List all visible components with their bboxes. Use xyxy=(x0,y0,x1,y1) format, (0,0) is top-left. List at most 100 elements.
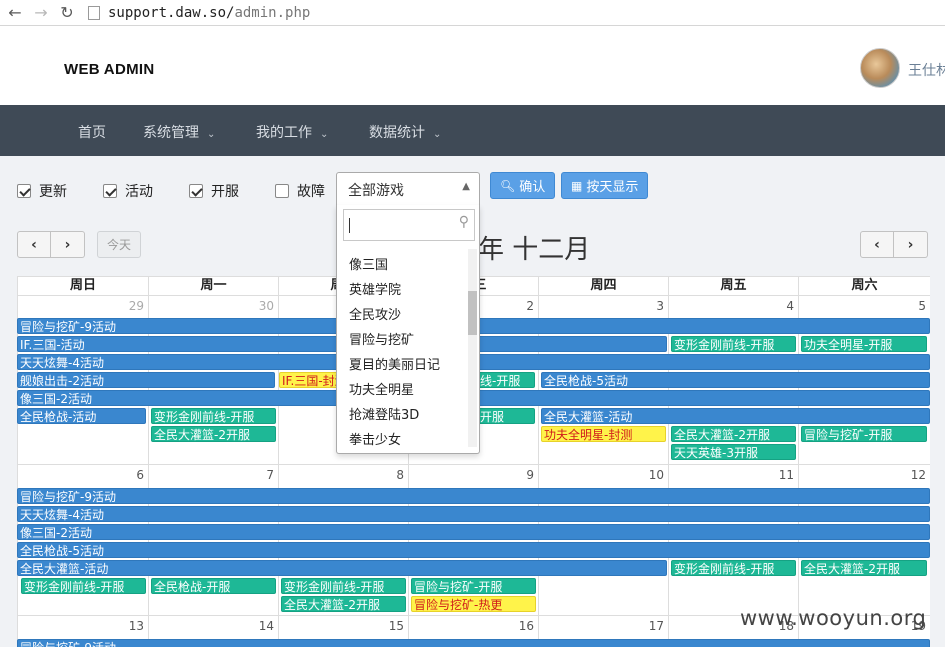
address-bar[interactable]: support.daw.so/admin.php xyxy=(108,5,310,21)
dropdown-option[interactable]: 功夫全明星 xyxy=(349,379,414,398)
search-icon: ⚲ xyxy=(458,214,469,230)
calendar-event[interactable]: 像三国-2活动 xyxy=(17,524,930,540)
page-icon xyxy=(88,5,100,20)
day-number: 16 xyxy=(518,619,534,633)
day-number: 3 xyxy=(656,299,664,313)
nav-item-system[interactable]: 系统管理 ⌄ xyxy=(143,122,215,142)
checkbox-box[interactable] xyxy=(17,184,31,198)
calendar-event[interactable]: 全民枪战-活动 xyxy=(17,408,146,424)
day-number: 7 xyxy=(266,468,274,482)
calendar-event[interactable]: 全民枪战-5活动 xyxy=(541,372,930,388)
chevron-down-icon: ⌄ xyxy=(433,129,442,140)
forward-arrow-icon[interactable]: → xyxy=(30,2,52,24)
weekday-header: 周六 xyxy=(798,276,930,296)
nav-item-home[interactable]: 首页 xyxy=(78,122,106,142)
user-avatar[interactable] xyxy=(860,48,900,88)
nav-label: 数据统计 xyxy=(369,125,425,141)
by-day-label: 按天显示 xyxy=(586,180,639,195)
checkbox-server-open[interactable]: 开服 xyxy=(189,181,239,201)
calendar-event[interactable]: 全民大灌篮-活动 xyxy=(17,560,667,576)
calendar-icon: ▦ xyxy=(571,178,583,193)
user-name[interactable]: 王仕林 xyxy=(908,60,945,80)
chevron-down-icon: ⌄ xyxy=(320,129,329,140)
calendar-event[interactable]: 变形金刚前线-开服 xyxy=(281,578,406,594)
game-select[interactable]: 全部游戏 ▲ xyxy=(336,172,480,205)
calendar-event[interactable]: 功夫全明星-封测 xyxy=(541,426,666,442)
checkbox-fault[interactable]: 故障 xyxy=(275,181,325,201)
next-month-button[interactable]: › xyxy=(51,231,85,258)
calendar-event[interactable]: 全民大灌篮-2开服 xyxy=(671,426,796,442)
nav-label: 我的工作 xyxy=(256,125,312,141)
calendar-event[interactable]: 变形金刚前线-开服 xyxy=(671,336,796,352)
calendar-event[interactable]: 冒险与挖矿-开服 xyxy=(411,578,536,594)
chevron-up-icon: ▲ xyxy=(462,181,470,192)
calendar-event[interactable]: 天天英雄-3开服 xyxy=(671,444,796,460)
by-day-button[interactable]: ▦ 按天显示 xyxy=(561,172,649,199)
dropdown-option[interactable]: 英雄学院 xyxy=(349,279,401,298)
calendar-event[interactable]: 全民枪战-5活动 xyxy=(17,542,930,558)
calendar-event[interactable]: 全民大灌篮-2开服 xyxy=(801,560,927,576)
dropdown-scrollbar[interactable] xyxy=(468,249,477,447)
game-select-value: 全部游戏 xyxy=(348,183,404,199)
checkbox-update[interactable]: 更新 xyxy=(17,181,67,201)
text-cursor xyxy=(349,218,350,233)
calendar-event[interactable]: 开服 xyxy=(477,408,535,424)
day-number: 5 xyxy=(918,299,926,313)
checkbox-box[interactable] xyxy=(275,184,289,198)
calendar-event[interactable]: 冒险与挖矿-9活动 xyxy=(17,488,930,504)
dropdown-option[interactable]: 全民攻沙 xyxy=(349,304,401,323)
calendar-event[interactable]: 全民大灌篮-2开服 xyxy=(151,426,276,442)
day-number: 17 xyxy=(648,619,664,633)
dropdown-option[interactable]: 冒险与挖矿 xyxy=(349,329,414,348)
checkbox-label: 更新 xyxy=(39,184,67,200)
calendar-event[interactable]: 舰娘出击-2活动 xyxy=(17,372,275,388)
dropdown-option[interactable]: 像三国 xyxy=(349,254,388,273)
prev-next-right: ‹ › xyxy=(860,231,928,258)
calendar-event[interactable]: 天天炫舞-4活动 xyxy=(17,506,930,522)
day-number: 12 xyxy=(910,468,926,482)
calendar-event[interactable]: 变形金刚前线-开服 xyxy=(671,560,796,576)
nav-item-stats[interactable]: 数据统计 ⌄ xyxy=(369,122,441,142)
nav-label: 首页 xyxy=(78,125,106,141)
prev-year-button[interactable]: ‹ xyxy=(860,231,894,258)
calendar-event[interactable]: 冒险与挖矿-热更 xyxy=(411,596,536,612)
dropdown-option[interactable]: 夏目的美丽日记 xyxy=(349,354,440,373)
day-number: 6 xyxy=(136,468,144,482)
calendar-event[interactable]: 全民枪战-开服 xyxy=(151,578,276,594)
calendar-event[interactable]: 冒险与挖矿-开服 xyxy=(801,426,927,442)
nav-item-my-work[interactable]: 我的工作 ⌄ xyxy=(256,122,328,142)
dropdown-option[interactable]: 拳击少女 xyxy=(349,429,401,448)
back-arrow-icon[interactable]: ← xyxy=(4,2,26,24)
calendar-event[interactable]: 全民大灌篮-2开服 xyxy=(281,596,406,612)
weekday-header: 周一 xyxy=(148,276,279,296)
chevron-down-icon: ⌄ xyxy=(207,129,216,140)
brand-logo[interactable]: WEB ADMIN xyxy=(64,61,154,78)
calendar-event[interactable]: 线-开服 xyxy=(477,372,535,388)
day-number: 14 xyxy=(258,619,274,633)
checkbox-box[interactable] xyxy=(103,184,117,198)
calendar-event[interactable]: 功夫全明星-开服 xyxy=(801,336,927,352)
day-number: 13 xyxy=(128,619,144,633)
weekday-header: 周四 xyxy=(538,276,669,296)
calendar-event[interactable]: 变形金刚前线-开服 xyxy=(21,578,146,594)
dropdown-search-input[interactable]: ⚲ xyxy=(343,209,475,241)
game-select-dropdown: ⚲ 像三国英雄学院全民攻沙冒险与挖矿夏目的美丽日记 功夫全明星抢滩登陆3D 拳击少女 xyxy=(336,205,480,454)
checkbox-activity[interactable]: 活动 xyxy=(103,181,153,201)
calendar-event[interactable]: IF.三国-封测 xyxy=(279,372,339,388)
day-number: 11 xyxy=(778,468,794,482)
today-button[interactable]: 今天 xyxy=(97,231,141,258)
scrollbar-thumb[interactable] xyxy=(468,291,477,335)
search-icon: 🔍︎ xyxy=(500,178,516,193)
next-year-button[interactable]: › xyxy=(894,231,928,258)
url-path: admin.php xyxy=(234,4,311,21)
dropdown-option[interactable]: 抢滩登陆3D xyxy=(349,404,419,423)
confirm-button[interactable]: 🔍︎ 确认 xyxy=(490,172,556,199)
day-number: 9 xyxy=(526,468,534,482)
calendar-event[interactable]: 冒险与挖矿-9活动 xyxy=(17,639,930,647)
weekday-header: 周五 xyxy=(668,276,799,296)
calendar-event[interactable]: 变形金刚前线-开服 xyxy=(151,408,276,424)
reload-icon[interactable]: ↻ xyxy=(56,2,78,24)
checkbox-box[interactable] xyxy=(189,184,203,198)
prev-month-button[interactable]: ‹ xyxy=(17,231,51,258)
calendar-event[interactable]: 全民大灌篮-活动 xyxy=(541,408,930,424)
